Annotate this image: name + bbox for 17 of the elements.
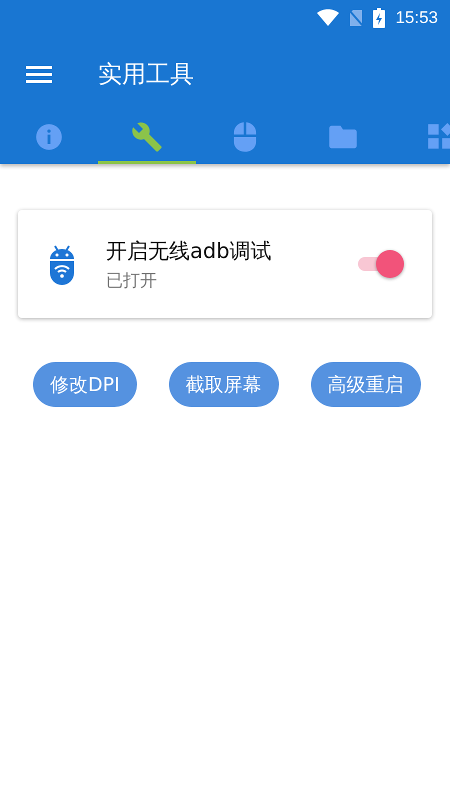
folder-icon	[328, 124, 358, 150]
grid-icon	[427, 122, 450, 150]
action-button[interactable]: 修改DPI	[33, 362, 137, 407]
toolbar-title: 实用工具	[98, 59, 194, 90]
no-sim-icon	[349, 9, 364, 27]
action-button[interactable]: 截取屏幕	[168, 362, 279, 407]
mouse-icon	[232, 120, 258, 152]
android-wifi-icon	[48, 243, 76, 285]
wifi-icon	[317, 9, 340, 27]
info-icon	[35, 122, 63, 150]
menu-icon[interactable]	[26, 64, 52, 84]
action-button[interactable]: 高级重启	[310, 362, 421, 407]
card-subtitle: 已打开	[106, 270, 158, 292]
status-time: 15:53	[395, 8, 438, 28]
wrench-icon	[131, 120, 163, 152]
card-title: 开启无线adb调试	[106, 238, 273, 264]
battery-charging-icon	[373, 8, 386, 28]
